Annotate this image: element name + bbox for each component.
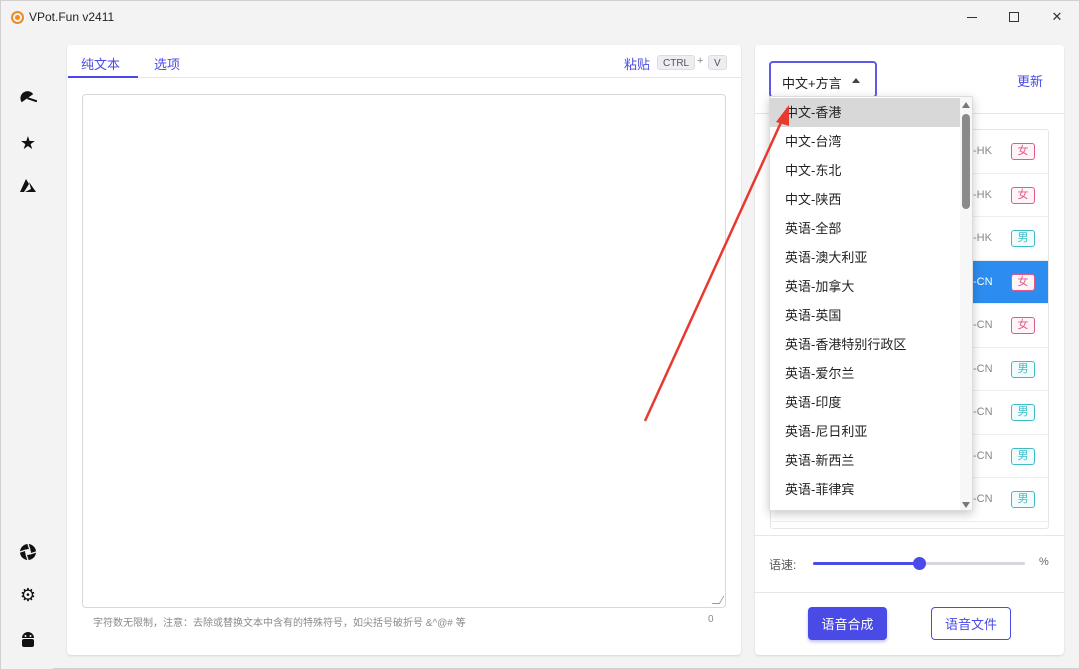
language-select-value: 中文+方言 [782,76,842,91]
speed-slider-thumb[interactable] [913,557,926,570]
text-input-area[interactable] [82,94,726,608]
gender-badge: 女 [1011,143,1035,160]
voice-locale: -CN [973,319,993,331]
scroll-thumb[interactable] [962,114,970,209]
dropdown-option[interactable]: 英语-菲律宾 [770,475,960,504]
language-dropdown: 中文-香港 中文-台湾 中文-东北 中文-陕西 英语-全部 英语-澳大利亚 英语… [769,96,973,511]
speed-slider[interactable] [813,557,1025,570]
tab-plain-text[interactable]: 纯文本 [81,54,120,73]
dropdown-option[interactable]: 英语-新西兰 [770,446,960,475]
gender-badge: 女 [1011,317,1035,334]
dropdown-scrollbar[interactable] [960,97,972,510]
dropdown-option[interactable]: 英语-澳大利亚 [770,243,960,272]
gear-icon[interactable]: ⚙ [18,585,38,605]
tab-divider [67,77,741,78]
app-window: VPot.Fun v2411 ✕ ★ ⚙ 纯文本 选项 粘贴 CTRL + V … [0,0,1080,669]
char-count: 0 [708,614,714,625]
maximize-icon [1009,12,1019,22]
shortcut-ctrl-key: CTRL [657,55,696,70]
dropdown-option[interactable]: 中文-陕西 [770,185,960,214]
window-title: VPot.Fun v2411 [29,10,115,24]
dropdown-option[interactable]: 中文-台湾 [770,127,960,156]
dropdown-option[interactable]: 英语-爱尔兰 [770,359,960,388]
resize-handle[interactable] [711,596,725,604]
editor-panel: 纯文本 选项 粘贴 CTRL + V 字符数无限制，注意：去除或替换文本中含有的… [67,45,741,655]
umbrella-icon[interactable] [18,89,38,109]
gender-badge: 男 [1011,360,1035,378]
dropdown-option[interactable]: 英语-尼日利亚 [770,417,960,446]
scroll-down-icon[interactable] [962,502,970,508]
voice-locale: -CN [973,449,993,462]
dropdown-option[interactable]: 英语-印度 [770,388,960,417]
synthesize-button[interactable]: 语音合成 [808,607,887,640]
android-icon[interactable] [18,629,38,649]
close-icon: ✕ [1051,9,1063,24]
voice-locale: -CN [973,406,993,418]
dropdown-option[interactable]: 英语-英国 [770,301,960,330]
minimize-icon [967,16,977,18]
minimize-button[interactable] [949,1,995,33]
gender-badge: 男 [1011,404,1035,421]
dropdown-option[interactable]: 英语-全部 [770,214,960,243]
voice-locale: -HK [973,232,992,244]
scroll-up-icon[interactable] [962,102,970,108]
speed-label: 语速: [769,558,797,572]
app-logo-icon [11,11,24,24]
close-button[interactable]: ✕ [1034,1,1080,33]
paste-button[interactable]: 粘贴 [624,54,650,73]
gender-badge: 男 [1011,447,1035,465]
voice-locale: -HK [973,145,992,157]
gender-badge: 男 [1011,230,1035,247]
speed-unit: % [1039,556,1049,568]
dropdown-option[interactable]: 英语-加拿大 [770,272,960,301]
gender-badge: 男 [1011,491,1035,508]
voice-locale: -HK [973,188,992,201]
azure-icon[interactable] [18,176,38,196]
tab-options[interactable]: 选项 [154,54,180,73]
active-tab-indicator [68,76,138,78]
star-icon[interactable]: ★ [18,133,38,153]
input-hint: 字符数无限制，注意：去除或替换文本中含有的特殊符号，如尖括号破折号 &^@# 等 [93,618,466,629]
language-select[interactable]: 中文+方言 [769,61,877,98]
title-bar: VPot.Fun v2411 ✕ [1,1,1079,33]
divider [755,592,1064,593]
voice-locale: -CN [973,493,993,505]
dropdown-option[interactable]: 中文-东北 [770,156,960,185]
voice-locale: -CN [973,275,993,288]
audio-file-button[interactable]: 语音文件 [931,607,1011,640]
shortcut-plus: + [697,55,704,67]
speed-slider-fill [813,562,919,565]
sidebar: ★ ⚙ [1,33,53,669]
voice-locale: -CN [973,362,993,375]
caret-up-icon [852,78,860,83]
update-button[interactable]: 更新 [1017,71,1043,90]
divider [755,535,1064,536]
shortcut-v-key: V [708,55,727,70]
gender-badge: 女 [1011,273,1035,291]
aperture-icon[interactable] [18,542,38,562]
maximize-button[interactable] [991,1,1037,33]
dropdown-option[interactable]: 英语-香港特别行政区 [770,330,960,359]
gender-badge: 女 [1011,186,1035,204]
dropdown-option[interactable]: 中文-香港 [770,98,960,127]
